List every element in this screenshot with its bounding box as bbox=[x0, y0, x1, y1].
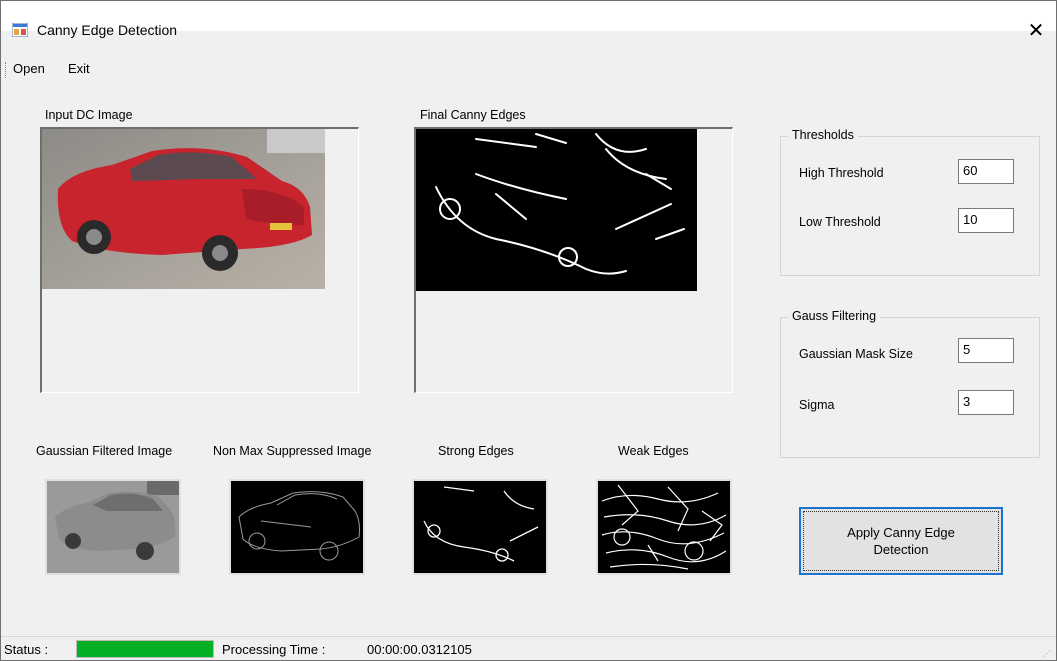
apply-button-line2: Detection bbox=[873, 542, 929, 557]
final-edges-image bbox=[416, 129, 697, 291]
strong-edges-image bbox=[412, 479, 548, 575]
status-bar: Status : Processing Time : 00:00:00.0312… bbox=[1, 636, 1056, 660]
input-car-image bbox=[42, 129, 325, 289]
processing-time-label: Processing Time : bbox=[222, 642, 326, 657]
close-button[interactable]: ✕ bbox=[1016, 16, 1056, 46]
high-threshold-label: High Threshold bbox=[799, 166, 884, 180]
strong-edges-label: Strong Edges bbox=[438, 444, 514, 458]
weak-edges-label: Weak Edges bbox=[618, 444, 689, 458]
app-window-icon bbox=[12, 23, 28, 37]
input-image-label: Input DC Image bbox=[45, 108, 133, 122]
apply-canny-edge-detection-button[interactable]: Apply Canny Edge Detection bbox=[799, 507, 1003, 575]
window-title: Canny Edge Detection bbox=[37, 22, 178, 38]
menu-bar: Open Exit bbox=[1, 58, 1056, 80]
menu-grip bbox=[5, 62, 8, 78]
gaussian-mask-size-input[interactable]: 5 bbox=[958, 338, 1014, 363]
weak-edges-image bbox=[596, 479, 732, 575]
gaussian-mask-size-label: Gaussian Mask Size bbox=[799, 347, 913, 361]
sigma-label: Sigma bbox=[799, 398, 835, 412]
low-threshold-input[interactable]: 10 bbox=[958, 208, 1014, 233]
apply-button-line1: Apply Canny Edge bbox=[847, 525, 955, 540]
gauss-filtering-title: Gauss Filtering bbox=[788, 309, 881, 323]
non-max-suppressed-image bbox=[229, 479, 365, 575]
low-threshold-label: Low Threshold bbox=[799, 215, 881, 229]
gauss-filtering-group: Gauss Filtering Gaussian Mask Size 5 Sig… bbox=[780, 309, 1040, 458]
main-window: Canny Edge Detection ✕ Open Exit Input D… bbox=[0, 0, 1057, 661]
input-image-panel bbox=[40, 127, 359, 393]
high-threshold-input[interactable]: 60 bbox=[958, 159, 1014, 184]
processing-time-value: 00:00:00.0312105 bbox=[367, 642, 472, 657]
thresholds-title: Thresholds bbox=[788, 128, 858, 142]
thresholds-group: Thresholds High Threshold 60 Low Thresho… bbox=[780, 128, 1040, 276]
resize-grip-icon[interactable]: ⋰ bbox=[1043, 649, 1053, 659]
menu-item-exit[interactable]: Exit bbox=[68, 61, 90, 76]
title-bar: Canny Edge Detection ✕ bbox=[1, 1, 1056, 42]
final-edges-panel bbox=[414, 127, 733, 393]
non-max-suppressed-label: Non Max Suppressed Image bbox=[213, 444, 372, 458]
final-edges-label: Final Canny Edges bbox=[420, 108, 526, 122]
menu-item-open[interactable]: Open bbox=[13, 61, 45, 76]
gaussian-filtered-label: Gaussian Filtered Image bbox=[36, 444, 173, 458]
close-icon: ✕ bbox=[1027, 20, 1045, 42]
sigma-input[interactable]: 3 bbox=[958, 390, 1014, 415]
status-label: Status : bbox=[4, 642, 49, 657]
gaussian-filtered-image bbox=[45, 479, 181, 575]
status-progress-bar bbox=[76, 640, 214, 658]
